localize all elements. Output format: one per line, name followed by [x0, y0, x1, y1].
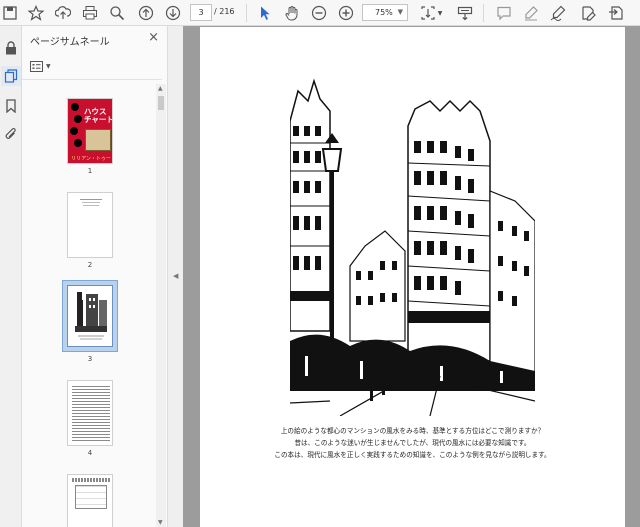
select-cursor-icon[interactable]	[255, 3, 275, 23]
zoom-value: 75%	[375, 8, 393, 17]
chevron-down-icon[interactable]: ▼	[436, 3, 444, 23]
cover-chart-image	[85, 129, 111, 151]
thumbnail-label: 4	[87, 449, 93, 457]
zoom-level-select[interactable]: 75% ▼	[362, 4, 408, 21]
attachment-icon[interactable]	[1, 124, 21, 144]
scrollbar-thumb[interactable]	[158, 96, 164, 110]
document-viewport[interactable]: 上の絵のような都心のマンションの風水をみる時、基準とする方位はどこで測りますか？…	[183, 26, 640, 527]
chevron-down-icon: ▼	[46, 62, 51, 70]
collapse-panel-icon[interactable]: ◀	[173, 272, 178, 280]
cover-author: リリアン・トゥー	[71, 156, 111, 162]
thumbnail-page-3[interactable]	[67, 285, 113, 347]
polka-dot-pattern	[70, 101, 83, 159]
toolbar-divider	[246, 4, 247, 22]
sign-icon[interactable]	[548, 3, 568, 23]
fill-sign-icon[interactable]	[578, 3, 598, 23]
thumbnail-page-5[interactable]	[67, 474, 113, 527]
thumbnail-label: 3	[87, 355, 93, 363]
bookmark-star-icon[interactable]	[26, 3, 46, 23]
zoom-search-icon[interactable]	[107, 3, 127, 23]
thumbnail-label: 1	[87, 167, 93, 175]
caption-line-1: 上の絵のような都心のマンションの風水をみる時、基準とする方位はどこで測りますか？	[280, 427, 545, 435]
thumbnail-options-button[interactable]: ▼	[30, 58, 58, 74]
main-toolbar: 3 / 216 75% ▼ ▼	[0, 0, 640, 26]
thumbnail-list: ハウス チャート リリアン・トゥー 1 2 3 4	[22, 84, 156, 527]
panel-title: ページサムネール	[30, 37, 110, 48]
print-icon[interactable]	[80, 3, 100, 23]
thumbnail-chart	[75, 485, 107, 509]
current-page-input[interactable]: 3	[190, 4, 212, 21]
thumbnail-page-4[interactable]	[67, 380, 113, 446]
panel-divider	[22, 79, 162, 80]
zoom-in-icon[interactable]	[336, 3, 356, 23]
caption-line-2: 昔は、このような迷いが生じませんでしたが、現代の風水には必要な知識です。	[294, 439, 531, 447]
close-panel-button[interactable]: ×	[148, 30, 159, 45]
left-navigation-rail	[0, 26, 22, 527]
read-mode-icon[interactable]	[455, 3, 475, 23]
thumbnail-text-lines	[72, 385, 110, 443]
thumbnail-page-1[interactable]: ハウス チャート リリアン・トゥー	[67, 98, 113, 164]
page-thumbnails-panel: ページサムネール × ▼ ハウス チャート リリアン・トゥー 1 2 3 4 ▲…	[22, 26, 168, 527]
hand-tool-icon[interactable]	[282, 3, 302, 23]
save-icon[interactable]	[0, 3, 20, 23]
page-total-label: / 216	[214, 7, 235, 16]
caption-line-3: この本は、現代に風水を正しく実践するための知識を、このような例を見ながら説明しま…	[274, 451, 551, 459]
more-tools-icon[interactable]	[606, 3, 626, 23]
lock-icon[interactable]	[1, 38, 21, 58]
next-page-icon[interactable]	[163, 3, 183, 23]
scroll-up-icon[interactable]: ▲	[158, 85, 163, 92]
pages-icon[interactable]	[1, 66, 21, 86]
thumbnail-scrollbar[interactable]: ▲ ▼	[156, 84, 166, 527]
thumbnail-label: 2	[87, 261, 93, 269]
thumbnail-page-2[interactable]	[67, 192, 113, 258]
chevron-down-icon: ▼	[397, 8, 403, 16]
list-options-icon	[30, 60, 43, 72]
bookmark-icon[interactable]	[1, 96, 21, 116]
prev-page-icon[interactable]	[136, 3, 156, 23]
comment-icon[interactable]	[494, 3, 514, 23]
highlight-icon[interactable]	[521, 3, 541, 23]
upload-icon[interactable]	[53, 3, 73, 23]
scroll-down-icon[interactable]: ▼	[158, 519, 163, 526]
page-fit-icon[interactable]	[418, 3, 438, 23]
cover-title: ハウス チャート	[84, 107, 113, 124]
panel-splitter[interactable]: ◀	[168, 26, 183, 527]
toolbar-divider	[483, 4, 484, 22]
document-page: 上の絵のような都心のマンションの風水をみる時、基準とする方位はどこで測りますか？…	[200, 27, 625, 527]
zoom-out-icon[interactable]	[309, 3, 329, 23]
city-street-illustration	[290, 78, 535, 416]
thumbnail-sketch	[75, 292, 107, 340]
